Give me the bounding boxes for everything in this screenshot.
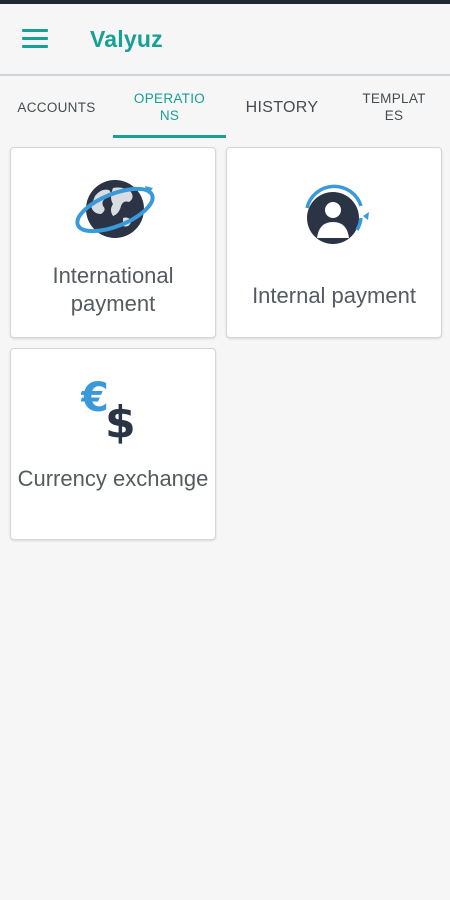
currency-exchange-label: Currency exchange bbox=[17, 466, 209, 491]
tab-bar: ACCOUNTS OPERATIONS HISTORY TEMPLATES bbox=[0, 76, 450, 138]
tab-history[interactable]: HISTORY bbox=[226, 76, 338, 138]
international-payment-card[interactable]: International payment bbox=[10, 147, 216, 338]
menu-icon[interactable] bbox=[22, 29, 48, 49]
internal-payment-label: Internal payment bbox=[252, 283, 416, 308]
tab-operations[interactable]: OPERATIONS bbox=[113, 76, 226, 138]
internal-payment-card[interactable]: Internal payment bbox=[226, 147, 442, 338]
international-payment-label: International payment bbox=[52, 263, 174, 316]
app-title: Valyuz bbox=[90, 26, 163, 52]
active-tab-indicator bbox=[113, 135, 226, 138]
user-transfer-icon bbox=[305, 184, 369, 244]
currency-exchange-icon: € $ bbox=[81, 377, 136, 445]
tab-accounts[interactable]: ACCOUNTS bbox=[0, 76, 113, 138]
svg-text:$: $ bbox=[105, 397, 136, 445]
app-bar: Valyuz bbox=[0, 4, 450, 74]
globe-icon bbox=[75, 180, 155, 238]
tab-templates[interactable]: TEMPLATES bbox=[338, 76, 450, 138]
currency-exchange-card[interactable]: € $ Currency exchange bbox=[10, 348, 216, 540]
